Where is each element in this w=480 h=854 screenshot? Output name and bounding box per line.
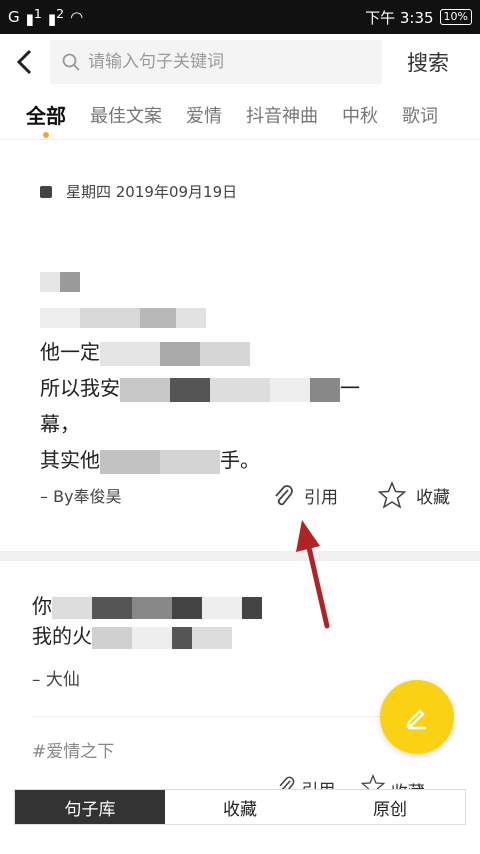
tab-best-copy[interactable]: 最佳文案	[90, 102, 162, 128]
nav-sentence-library[interactable]: 句子库	[15, 790, 165, 824]
carrier-label: G	[8, 8, 20, 26]
tab-douyin[interactable]: 抖音神曲	[246, 102, 318, 128]
author-name: – By奉俊昊	[40, 487, 122, 506]
search-input[interactable]	[88, 52, 348, 72]
compose-button[interactable]	[380, 680, 454, 754]
battery-indicator: 10%	[439, 9, 472, 25]
star-icon	[378, 481, 406, 509]
search-icon	[62, 53, 80, 71]
status-bar: G ▮1 ▮2 ◠ 下午 3:35 10%	[0, 0, 480, 34]
topic-tag[interactable]: #爱情之下	[32, 737, 448, 762]
quote-line: 幕，	[40, 412, 80, 436]
pencil-icon	[406, 709, 426, 730]
quote-line: 你	[32, 591, 448, 621]
calendar-icon	[40, 185, 52, 198]
quote-line: 所以我安一	[40, 376, 360, 402]
clock: 下午 3:35	[365, 8, 434, 27]
card-footer: – By奉俊昊 引用 收藏	[40, 481, 450, 509]
tab-all[interactable]: 全部	[26, 100, 66, 138]
tab-lyrics[interactable]: 歌词	[402, 102, 438, 128]
blurred-line	[40, 298, 440, 334]
tab-love[interactable]: 爱情	[186, 102, 222, 128]
nav-favorites[interactable]: 收藏	[165, 790, 315, 824]
bottom-nav: 句子库 收藏 原创	[14, 789, 466, 825]
card-divider	[0, 551, 480, 561]
cite-button[interactable]: 引用	[272, 482, 338, 508]
quote-line: 他一定	[40, 334, 440, 370]
search-button[interactable]: 搜索	[382, 47, 474, 77]
category-tabs: 全部 最佳文案 爱情 抖音神曲 中秋 歌词	[0, 90, 480, 140]
quote-line: 其实他 手。	[40, 448, 260, 474]
back-button[interactable]	[0, 34, 50, 90]
card-date: 星期四 2019年09月19日	[40, 181, 440, 202]
tab-mid-autumn[interactable]: 中秋	[342, 102, 378, 128]
card-quote: 你 我的火	[32, 591, 448, 651]
card-quote: 他一定 所以我安一 幕， 其实他 手。	[40, 262, 440, 478]
search-box[interactable]	[50, 40, 382, 84]
wifi-icon: ◠	[70, 8, 84, 26]
signal-icon-1: ▮1	[25, 6, 42, 28]
quote-line: 我的火	[32, 621, 448, 651]
top-bar: 搜索	[0, 34, 480, 90]
paperclip-icon	[275, 485, 293, 506]
chevron-left-icon	[16, 49, 32, 75]
sentence-card[interactable]: 星期四 2019年09月19日 他一定 所以我安一 幕， 其实他 手。 – By奉…	[0, 141, 480, 551]
blurred-line	[40, 262, 440, 298]
signal-icon-2: ▮2	[47, 6, 65, 28]
author-name: – 大仙	[32, 670, 80, 690]
collect-button[interactable]: 收藏	[378, 481, 450, 509]
sentence-card[interactable]: 你 我的火 – 大仙 #爱情之下	[0, 561, 480, 791]
nav-original[interactable]: 原创	[315, 790, 465, 824]
